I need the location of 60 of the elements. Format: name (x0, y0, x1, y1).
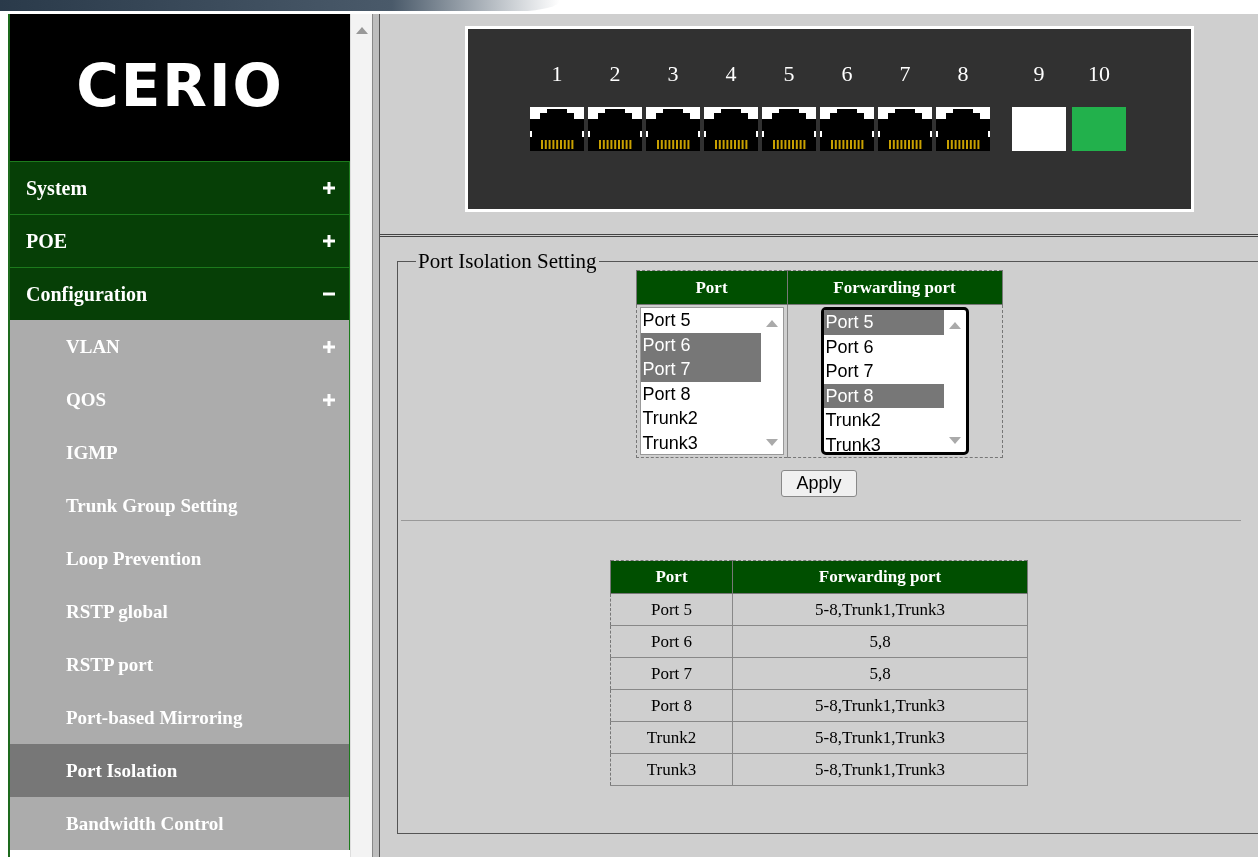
list-option[interactable]: Trunk3 (823, 432, 944, 458)
column-header: Forwarding port (732, 560, 1028, 594)
menu-item[interactable]: Port Isolation (10, 744, 350, 797)
table-cell: Trunk2 (610, 721, 733, 754)
ethernet-port-icon[interactable] (878, 107, 932, 151)
ethernet-port-icon[interactable] (588, 107, 642, 151)
plus-icon[interactable] (323, 235, 335, 247)
ethernet-port-icon[interactable] (646, 107, 700, 151)
scroll-up-icon[interactable] (355, 26, 368, 34)
ethernet-port-icon[interactable] (704, 107, 758, 151)
logo: CERIO (76, 51, 284, 120)
ethernet-port-icon[interactable] (820, 107, 874, 151)
port-number: 4 (725, 61, 737, 87)
table-cell: 5-8,Trunk1,Trunk3 (732, 753, 1028, 786)
port-number: 2 (609, 61, 621, 87)
table-cell: 5-8,Trunk1,Trunk3 (732, 593, 1028, 626)
list-option[interactable]: Trunk3 (640, 430, 761, 456)
port-number: 5 (783, 61, 795, 87)
port-number: 8 (957, 61, 969, 87)
section-title: Port Isolation Setting (417, 249, 598, 274)
port-number: 1 (551, 61, 563, 87)
list-option[interactable]: Trunk2 (823, 408, 944, 433)
port-number: 6 (841, 61, 853, 87)
table-cell: 5,8 (732, 657, 1028, 690)
list-option[interactable]: Port 6 (823, 334, 944, 360)
table-cell: Port 8 (610, 689, 733, 722)
list-option[interactable]: Port 8 (640, 381, 761, 407)
port-listbox[interactable]: Port 5 Port 6 Port 7 Port 8 Trunk2 Trunk3 (820, 307, 969, 455)
column-header: Forwarding port (787, 270, 1002, 305)
apply-button[interactable]: Apply (781, 470, 857, 497)
table-cell: Trunk3 (610, 753, 733, 786)
ethernet-port-icon[interactable] (936, 107, 990, 151)
list-option[interactable]: Port 5 (640, 308, 761, 333)
ethernet-port-icon[interactable] (762, 107, 816, 151)
port-number: 10 (1088, 61, 1110, 87)
table-cell: 5-8,Trunk1,Trunk3 (732, 689, 1028, 722)
list-option[interactable]: Port 7 (640, 357, 761, 382)
menu-item[interactable]: POE (10, 214, 350, 267)
port-number: 9 (1033, 61, 1045, 87)
scrollbar[interactable] (350, 14, 372, 857)
ethernet-port-icon[interactable] (530, 107, 584, 151)
port-number: 7 (899, 61, 911, 87)
frame-splitter[interactable] (372, 14, 380, 857)
table-cell: Port 7 (610, 657, 733, 690)
menu-item[interactable]: System (10, 161, 350, 214)
table-cell: 5,8 (732, 625, 1028, 658)
list-option[interactable]: Port 5 (823, 310, 944, 335)
table-cell: Port 5 (610, 593, 733, 626)
list-option[interactable]: Trunk2 (640, 406, 761, 431)
table-cell: 5-8,Trunk1,Trunk3 (732, 721, 1028, 754)
plus-icon[interactable] (323, 182, 335, 194)
column-header: Port (636, 270, 787, 305)
port-number: 3 (667, 61, 679, 87)
port-listbox[interactable]: Port 5 Port 6 Port 7 Port 8 Trunk2 Trunk3 (639, 307, 784, 455)
list-option[interactable]: Port 8 (823, 383, 944, 409)
table-cell: Port 6 (610, 625, 733, 658)
column-header: Port (610, 560, 733, 594)
list-option[interactable]: Port 7 (823, 359, 944, 384)
menu-item[interactable]: Configuration (10, 267, 350, 320)
list-option[interactable]: Port 6 (640, 332, 761, 358)
